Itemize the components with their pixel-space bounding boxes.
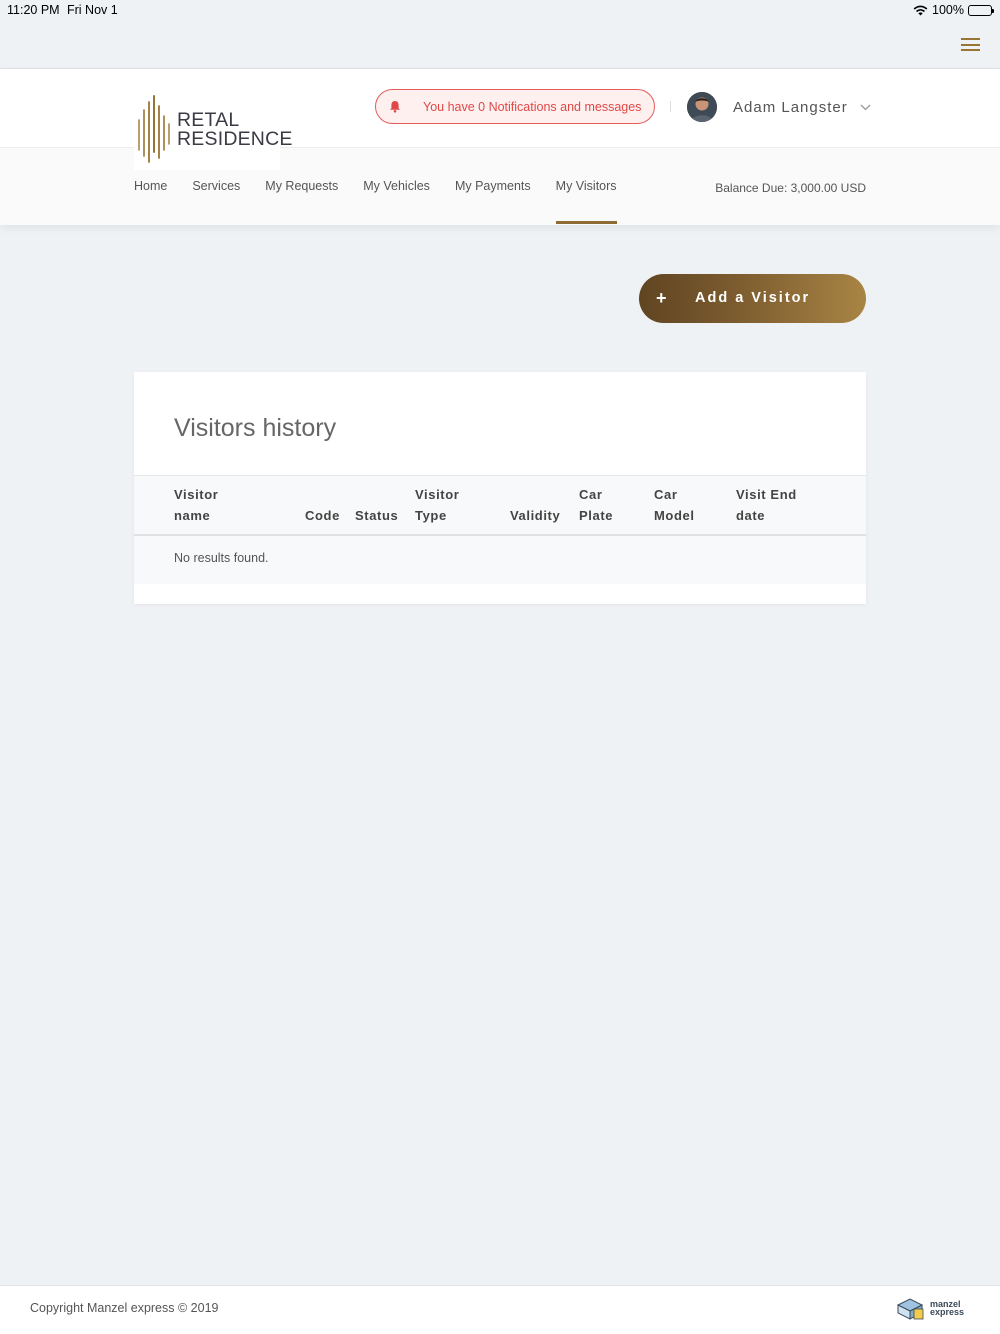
logo-mark-icon — [138, 95, 170, 163]
avatar — [687, 92, 717, 122]
status-time: 11:20 PM — [7, 3, 60, 17]
user-menu[interactable]: Adam Langster — [687, 92, 871, 122]
card-title: Visitors history — [174, 414, 337, 442]
status-date: Fri Nov 1 — [67, 3, 118, 17]
nav-my-vehicles[interactable]: My Vehicles — [363, 179, 430, 224]
column-validity[interactable]: Validity — [510, 505, 560, 526]
nav-my-payments[interactable]: My Payments — [455, 179, 531, 224]
nav-home[interactable]: Home — [134, 179, 167, 224]
logo-line-2: RESIDENCE — [177, 128, 293, 150]
footer-logo-text: manzel express — [929, 1299, 964, 1317]
retal-residence-logo[interactable]: RETAL RESIDENCE — [134, 86, 292, 170]
hamburger-menu-icon[interactable] — [961, 38, 980, 51]
nav-my-requests[interactable]: My Requests — [265, 179, 338, 224]
nav-my-visitors[interactable]: My Visitors — [555, 179, 617, 224]
visitors-history-card: Visitors history Visitor name Code Status… — [134, 372, 866, 604]
column-visit-end-date[interactable]: Visit End date — [736, 484, 797, 526]
top-band — [0, 20, 1000, 69]
footer: Copyright Manzel express © 2019 manzel e… — [0, 1285, 1000, 1334]
header-divider — [670, 101, 671, 112]
column-visitor-type[interactable]: Visitor Type — [415, 484, 459, 526]
table-row: No results found. — [134, 536, 866, 584]
copyright-text: Copyright Manzel express © 2019 — [30, 1301, 219, 1315]
battery-percent: 100% — [932, 3, 964, 17]
logo-text: RETAL RESIDENCE — [177, 110, 293, 150]
add-visitor-label: Add a Visitor — [695, 290, 811, 306]
status-bar: 11:20 PM Fri Nov 1 100% — [0, 0, 1000, 20]
nav-services[interactable]: Services — [192, 179, 240, 224]
notifications-text: You have 0 Notifications and messages — [423, 100, 642, 114]
main-nav: Home Services My Requests My Vehicles My… — [134, 179, 642, 224]
table-header: Visitor name Code Status Visitor Type Vali… — [134, 475, 866, 536]
battery-icon — [968, 4, 994, 16]
chevron-down-icon — [860, 104, 871, 110]
site-header: RETAL RESIDENCE You have 0 Notifications… — [0, 69, 1000, 225]
wifi-icon — [913, 5, 928, 16]
column-car-model[interactable]: Car Model — [654, 484, 695, 526]
notifications-pill[interactable]: You have 0 Notifications and messages — [375, 89, 655, 124]
column-status[interactable]: Status — [355, 505, 398, 526]
bell-icon — [390, 101, 400, 113]
manzel-express-logo[interactable]: manzel express — [896, 1296, 964, 1320]
balance-due: Balance Due: 3,000.00 USD — [715, 181, 866, 195]
column-code[interactable]: Code — [305, 505, 340, 526]
add-visitor-button[interactable]: + Add a Visitor — [639, 274, 866, 323]
user-name: Adam Langster — [733, 98, 848, 116]
column-visitor-name[interactable]: Visitor name — [174, 484, 218, 526]
truck-box-icon — [896, 1298, 924, 1320]
status-indicators: 100% — [913, 3, 994, 17]
column-car-plate[interactable]: Car Plate — [579, 484, 613, 526]
plus-icon: + — [656, 288, 669, 308]
no-results-message: No results found. — [174, 551, 269, 565]
